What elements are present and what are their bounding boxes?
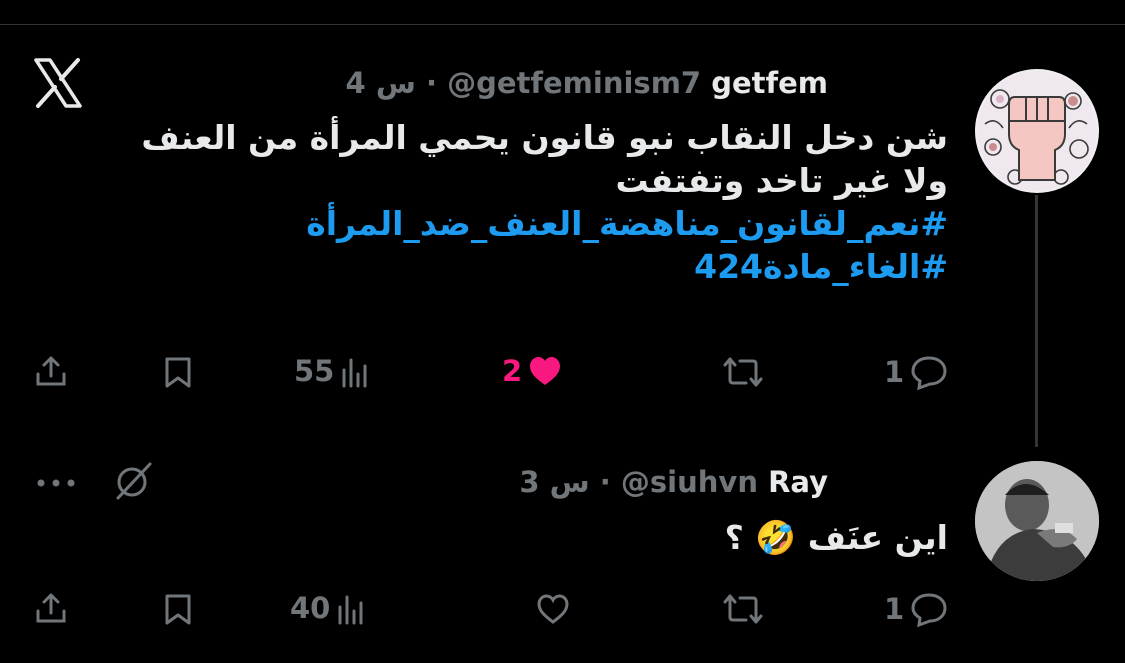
tweet1-reply-count: 1: [884, 355, 905, 389]
bookmark-icon: [165, 357, 191, 388]
share-icon: [36, 356, 66, 386]
tweet2-share-button[interactable]: [34, 591, 68, 625]
tweet1-avatar[interactable]: [975, 69, 1099, 193]
tweet1-handle[interactable]: @getfeminism7: [447, 66, 701, 100]
tweet1-separator: ·: [425, 66, 437, 100]
tweet1-like-button[interactable]: 2: [502, 354, 562, 388]
tweet2-repost-button[interactable]: [722, 593, 764, 625]
tweet1-like-count: 2: [502, 354, 523, 388]
tweet1-share-button[interactable]: [34, 354, 68, 388]
tweet2-body: اين عنَف 🤣 ؟: [48, 516, 948, 559]
tweet1-line: شن دخل النقاب نبو قانون يحمي المرأة من ا…: [141, 118, 948, 157]
more-options-icon[interactable]: [36, 474, 76, 487]
tweet1-view-count: 55: [294, 354, 335, 388]
thread-connector: [1035, 195, 1038, 447]
tweet1-views-button[interactable]: 55: [294, 354, 370, 388]
reply-icon: [911, 593, 947, 627]
tweet1-header: 4 س · @getfeminism7 getfem: [346, 66, 828, 100]
x-logo-icon[interactable]: [34, 58, 82, 108]
tweet2-reply-button[interactable]: 1: [884, 591, 948, 627]
tweet2-handle[interactable]: @siuhvn: [621, 465, 758, 499]
tweet2-text: اين عنَف 🤣 ؟: [724, 518, 948, 557]
tweet1-body: شن دخل النقاب نبو قانون يحمي المرأة من ا…: [48, 116, 948, 288]
grok-icon[interactable]: [112, 460, 154, 502]
tweet1-reply-button[interactable]: 1: [884, 354, 948, 390]
repost-icon: [723, 357, 763, 387]
repost-icon: [723, 594, 763, 624]
tweet2-view-count: 40: [290, 591, 331, 625]
tweet1-display-name[interactable]: getfem: [711, 66, 828, 100]
tweet1-line: ولا غير تاخد وتفتفت: [615, 161, 948, 200]
tweet2-reply-count: 1: [884, 592, 905, 626]
bookmark-icon: [165, 594, 191, 625]
tweet2-header: 3 س · @siuhvn Ray: [519, 465, 828, 499]
tweet2-views-button[interactable]: 40: [290, 591, 366, 625]
top-divider: [0, 24, 1125, 25]
tweet1-bookmark-button[interactable]: [163, 356, 193, 388]
analytics-icon: [338, 595, 363, 625]
tweet2-avatar[interactable]: [975, 461, 1099, 581]
heart-filled-icon: [530, 357, 561, 385]
tweet2-bookmark-button[interactable]: [163, 593, 193, 625]
share-icon: [36, 593, 66, 623]
tweet1-repost-button[interactable]: [722, 356, 764, 388]
tweet2-time: 3 س: [519, 465, 590, 499]
analytics-icon: [342, 358, 367, 388]
heart-outline-icon: [537, 594, 569, 624]
person-photo-icon: [975, 461, 1099, 581]
tweet2-display-name[interactable]: Ray: [768, 465, 828, 499]
tweet2-like-button[interactable]: [536, 593, 570, 625]
tweet1-hashtag[interactable]: #الغاء_مادة424: [48, 245, 948, 288]
reply-icon: [911, 356, 947, 390]
tweet1-time: 4 س: [345, 66, 416, 100]
tweet2-separator: ·: [599, 465, 611, 499]
tweet1-hashtag[interactable]: #نعم_لقانون_مناهضة_العنف_ضد_المرأة: [48, 202, 948, 245]
raised-fist-icon: [977, 71, 1097, 191]
